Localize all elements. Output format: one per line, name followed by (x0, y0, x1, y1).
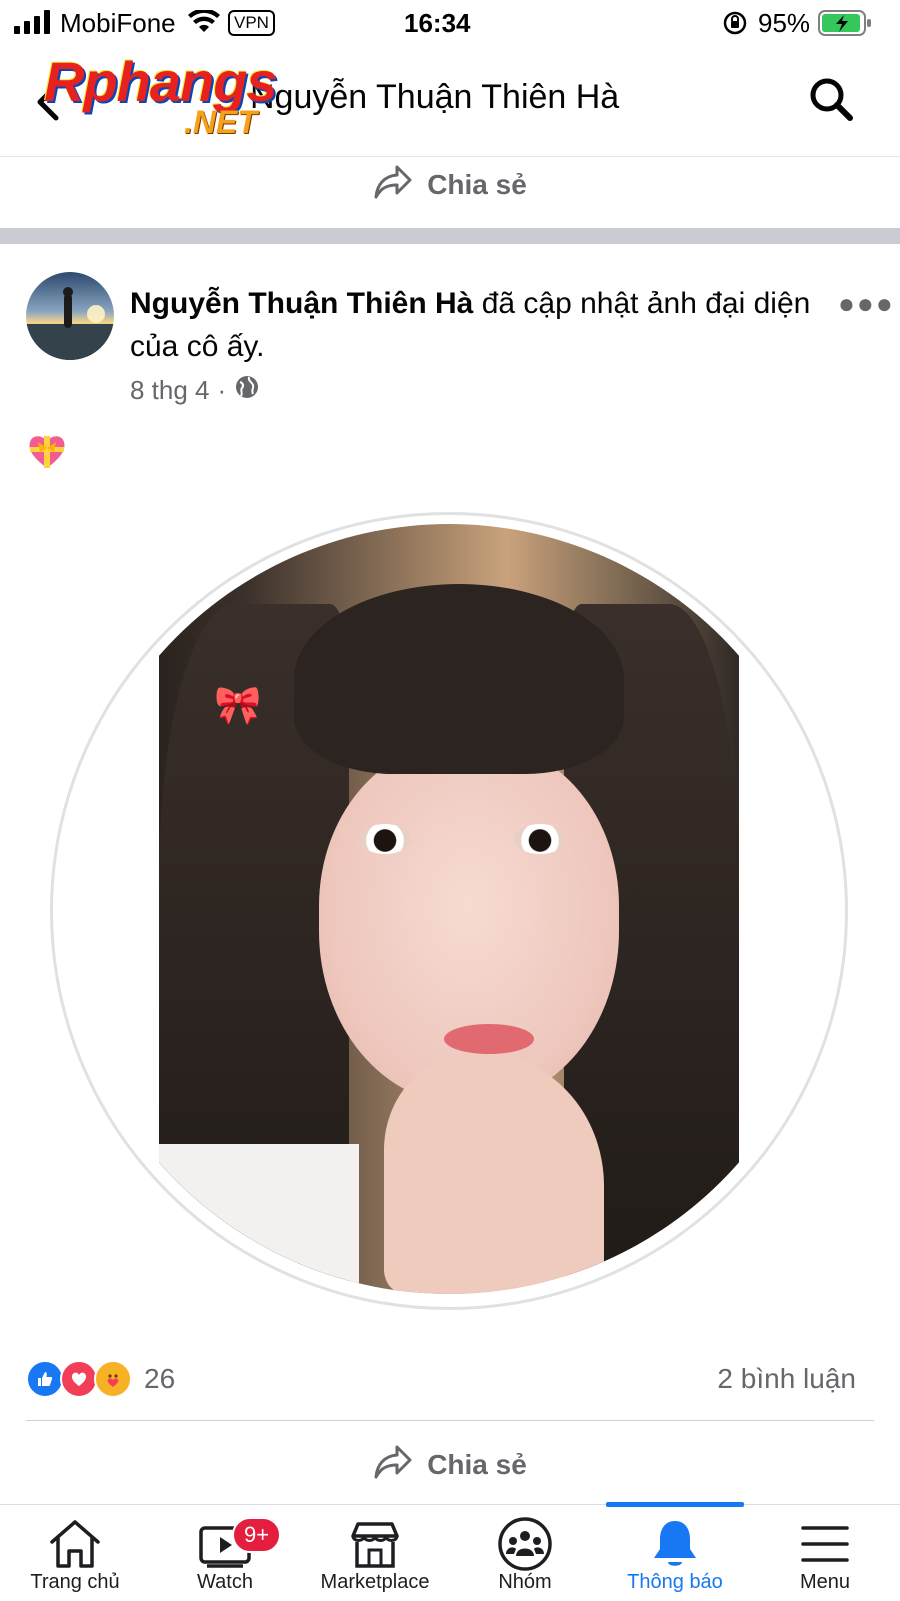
vpn-badge: VPN (228, 10, 275, 36)
watermark-main-text: Rphangs (44, 50, 278, 113)
wifi-icon (188, 8, 220, 39)
share-label: Chia sẻ (427, 1449, 527, 1480)
home-icon (47, 1515, 103, 1573)
more-options-icon[interactable]: ●●● (838, 288, 895, 320)
profile-photo[interactable]: 🎀 (64, 524, 834, 1294)
watermark-logo: Rphangs .NET (44, 50, 278, 139)
author-name[interactable]: Nguyễn Thuận Thiên Hà (130, 287, 473, 320)
orientation-lock-icon (722, 10, 748, 41)
tab-label: Trang chủ (30, 1571, 120, 1593)
post-date[interactable]: 8 thg 4 (130, 375, 210, 406)
menu-icon (799, 1515, 851, 1573)
tab-label: Marketplace (320, 1571, 430, 1593)
tab-label: Thông báo (627, 1571, 723, 1593)
page-title: Nguyễn Thuận Thiên Hà (250, 78, 620, 116)
post-meta: 8 thg 4 · (130, 374, 260, 407)
love-reaction-icon (60, 1360, 98, 1398)
watch-badge: 9+ (232, 1517, 282, 1553)
tab-notifications[interactable]: Thông báo (600, 1505, 750, 1601)
tab-menu[interactable]: Menu (750, 1505, 900, 1601)
status-bar: MobiFone VPN 16:34 95% (0, 0, 900, 48)
author-avatar[interactable] (26, 272, 114, 360)
groups-icon (497, 1515, 553, 1573)
like-reaction-icon (26, 1360, 64, 1398)
gift-heart-emoji (26, 430, 68, 472)
reactions-summary[interactable]: 26 (26, 1360, 175, 1398)
feed-divider (0, 228, 900, 244)
search-icon[interactable] (808, 76, 854, 127)
share-icon (373, 1444, 413, 1487)
care-reaction-icon (94, 1360, 132, 1398)
post-header-text: Nguyễn Thuận Thiên Hà đã cập nhật ảnh đạ… (130, 282, 820, 368)
bottom-tab-bar: Trang chủ 9+ Watch Marketplace Nhóm Thôn… (0, 1502, 900, 1601)
meta-separator: · (217, 375, 227, 405)
tab-label: Menu (799, 1571, 851, 1593)
share-icon (373, 164, 413, 207)
share-label: Chia sẻ (427, 169, 527, 200)
actions-separator (26, 1420, 874, 1421)
tab-label: Nhóm (498, 1571, 552, 1593)
reaction-count: 26 (144, 1363, 176, 1394)
share-button-top[interactable]: Chia sẻ (0, 160, 900, 210)
tab-marketplace[interactable]: Marketplace (300, 1505, 450, 1601)
comments-count[interactable]: 2 bình luận (717, 1363, 856, 1395)
marketplace-icon (347, 1515, 403, 1573)
tab-groups[interactable]: Nhóm (450, 1505, 600, 1601)
clock: 16:34 (404, 8, 471, 38)
battery-percent: 95% (758, 8, 811, 38)
share-button[interactable]: Chia sẻ (0, 1440, 900, 1490)
battery-icon (818, 9, 872, 42)
tab-watch[interactable]: 9+ Watch (150, 1505, 300, 1601)
bell-icon (649, 1515, 701, 1573)
tab-label: Watch (197, 1571, 253, 1593)
globe-icon (234, 374, 260, 407)
signal-icon (14, 10, 52, 39)
tab-home[interactable]: Trang chủ (0, 1505, 150, 1601)
carrier-name: MobiFone (60, 8, 176, 38)
